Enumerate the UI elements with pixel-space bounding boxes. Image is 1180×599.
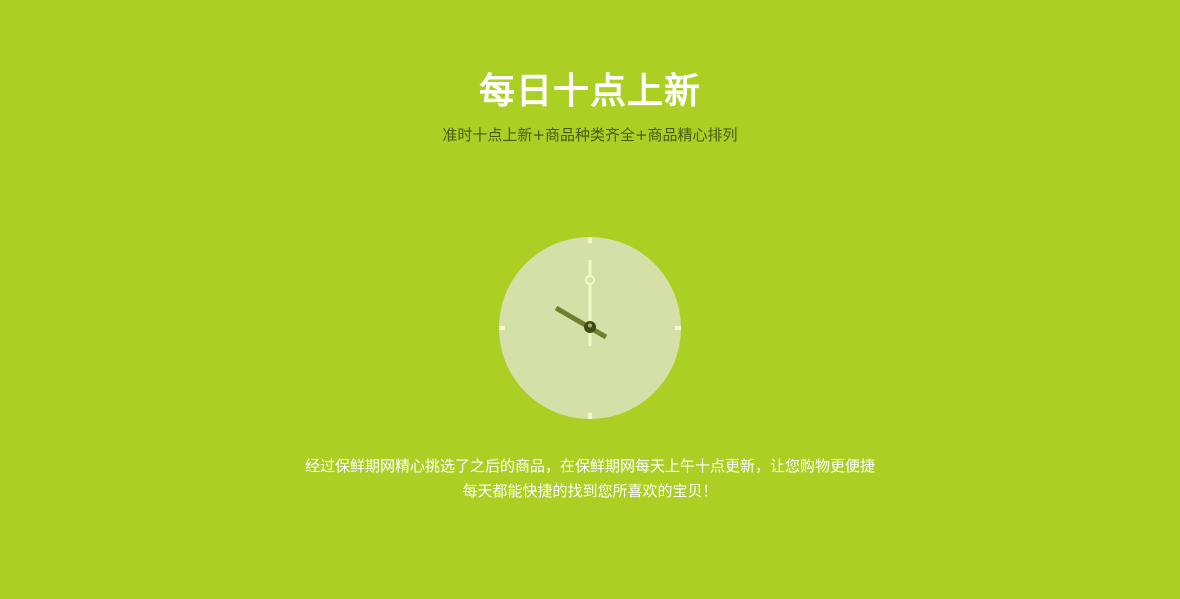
description-line-2: 每天都能快捷的找到您所喜欢的宝贝！ — [462, 482, 718, 500]
description: 经过保鲜期网精心挑选了之后的商品，在保鲜期网每天上午十点更新，让您购物更便捷 每… — [240, 454, 940, 504]
clock-icon — [499, 237, 681, 419]
clock-minute-ring — [585, 275, 595, 285]
clock-tick-6 — [588, 413, 592, 419]
description-line-1: 经过保鲜期网精心挑选了之后的商品，在保鲜期网每天上午十点更新，让您购物更便捷 — [304, 457, 875, 475]
page-title: 每日十点上新 — [478, 71, 701, 112]
clock-tick-12 — [588, 237, 592, 243]
clock-tick-3 — [675, 326, 681, 330]
feature-section: 每日十点上新 准时十点上新+商品种类齐全+商品精心排列 经过保鲜期网精心挑选了之… — [0, 0, 1180, 599]
page-subtitle: 准时十点上新+商品种类齐全+商品精心排列 — [442, 126, 738, 144]
clock-tick-9 — [499, 326, 505, 330]
